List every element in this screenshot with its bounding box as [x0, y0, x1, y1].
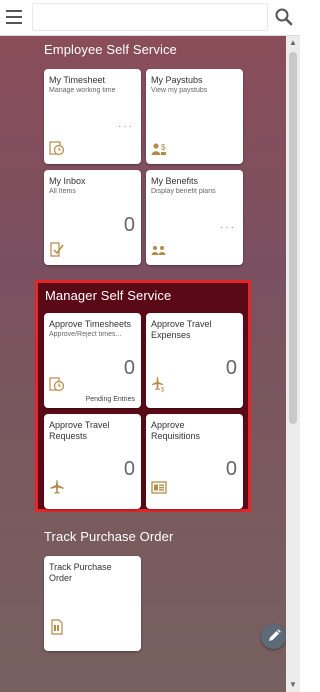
purchase-order-icon: [51, 619, 63, 635]
search-input[interactable]: [32, 3, 268, 31]
tile-count: 0: [123, 458, 135, 480]
hamburger-menu-button[interactable]: [4, 7, 24, 27]
more-dots: ···: [118, 121, 134, 132]
scroll-up-arrow-icon[interactable]: ▲: [288, 38, 298, 48]
tile-my-paystubs[interactable]: My Paystubs View my paystubs $: [146, 69, 243, 164]
requisition-icon: [151, 481, 167, 494]
tile-count: 0: [123, 357, 135, 379]
airplane-icon: [50, 480, 64, 494]
tile-title: Approve Requisitions: [151, 420, 201, 441]
tile-approve-travel-expenses[interactable]: Approve Travel Expenses 0 $: [146, 313, 243, 408]
top-bar: [0, 0, 300, 36]
tile-approve-timesheets[interactable]: Approve Timesheets Approve/Reject times.…: [44, 313, 141, 408]
hamburger-icon-line: [6, 16, 22, 18]
manager-self-service-group: Manager Self Service Approve Timesheets …: [35, 280, 251, 512]
tile-my-inbox[interactable]: My Inbox All Items 0: [44, 170, 141, 265]
section-title-employee-self-service: Employee Self Service: [44, 42, 177, 57]
svg-text:$: $: [161, 388, 165, 393]
search-icon: [275, 8, 293, 26]
travel-expense-icon: $: [152, 377, 165, 393]
tile-title: Track Purchase Order: [49, 562, 112, 583]
tile-subtitle: Manage working time: [49, 87, 116, 94]
tile-title: My Benefits: [151, 176, 199, 186]
paystub-icon: $: [151, 143, 166, 155]
tile-count: 0: [123, 214, 135, 236]
scrollbar-thumb[interactable]: [289, 52, 297, 424]
benefits-icon: [151, 246, 166, 255]
clock-icon: [49, 141, 65, 156]
tile-title: Approve Timesheets: [49, 319, 132, 329]
tile-title: My Inbox: [49, 176, 86, 186]
tile-approve-requisitions[interactable]: Approve Requisitions 0: [146, 414, 243, 509]
tile-title: My Paystubs: [151, 75, 203, 85]
search-button[interactable]: [274, 7, 294, 27]
section-title-manager-self-service: Manager Self Service: [45, 288, 172, 303]
tile-my-timesheet[interactable]: My Timesheet Manage working time ···: [44, 69, 141, 164]
tile-track-purchase-order[interactable]: Track Purchase Order: [44, 556, 141, 651]
hamburger-icon: [6, 10, 22, 12]
timesheet-approve-icon: [49, 377, 65, 392]
tile-title: Approve Travel Expenses: [151, 319, 212, 340]
tile-approve-travel-requests[interactable]: Approve Travel Requests 0: [44, 414, 141, 509]
vertical-scrollbar[interactable]: ▲ ▼: [286, 36, 300, 692]
tile-title: Approve Travel Requests: [49, 420, 110, 441]
launchpad-content: Employee Self Service My Timesheet Manag…: [0, 36, 286, 692]
edit-button[interactable]: [261, 624, 286, 649]
tile-subtitle: All Items: [49, 188, 76, 195]
tile-count: 0: [225, 458, 237, 480]
tile-subtitle: Display benefit plans: [151, 188, 216, 195]
tile-count: 0: [225, 357, 237, 379]
svg-text:$: $: [161, 143, 166, 152]
inbox-icon: [50, 242, 64, 257]
tile-subtitle: View my paystubs: [151, 87, 208, 94]
pencil-icon: [269, 629, 281, 641]
more-dots: ···: [220, 222, 236, 233]
hamburger-icon-line: [6, 22, 22, 24]
scroll-down-arrow-icon[interactable]: ▼: [288, 680, 298, 690]
tile-my-benefits[interactable]: My Benefits Display benefit plans ···: [146, 170, 243, 265]
tile-footer: Pending Entries: [85, 396, 135, 403]
tile-title: My Timesheet: [49, 75, 106, 85]
tile-subtitle: Approve/Reject times...: [49, 331, 122, 338]
section-title-track-purchase-order: Track Purchase Order: [44, 529, 174, 544]
